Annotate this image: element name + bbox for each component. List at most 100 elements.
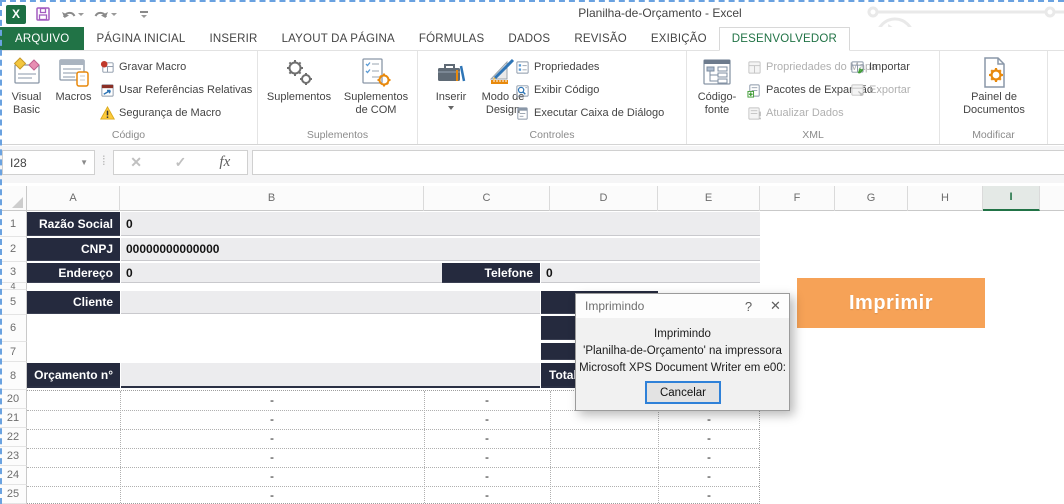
cell-cliente-input-band[interactable] (121, 291, 540, 314)
confirm-entry-icon[interactable]: ✓ (158, 154, 202, 171)
executar-caixa-icon (515, 106, 530, 121)
dialog-help-button[interactable]: ? (735, 299, 762, 314)
cell-dash-c21[interactable]: - (424, 410, 550, 429)
customize-qat-button[interactable] (140, 11, 148, 18)
name-box-dropdown-caret[interactable]: ▼ (74, 158, 94, 167)
cell-dash-b20[interactable]: - (120, 391, 424, 410)
cell-label-cnpj[interactable]: CNPJ (27, 238, 120, 261)
tab-dados[interactable]: DADOS (496, 27, 562, 50)
cell-label-telefone[interactable]: Telefone (442, 263, 540, 283)
imprimir-button[interactable]: Imprimir (797, 278, 985, 328)
row-header-4[interactable]: 4 (0, 283, 27, 290)
row-header-20[interactable]: 20 (0, 390, 27, 409)
executar-caixa-button[interactable]: Executar Caixa de Diálogo (515, 105, 664, 121)
seguranca-macro-button[interactable]: Segurança de Macro (100, 105, 221, 121)
row-header-25[interactable]: 25 (0, 485, 27, 504)
cell-dash-c20[interactable]: - (424, 391, 550, 410)
row-header-6[interactable]: 6 (0, 315, 27, 342)
cell-dash-b22[interactable]: - (120, 429, 424, 448)
cell-dash-e24[interactable]: - (658, 467, 760, 486)
tab-inserir[interactable]: INSERIR (198, 27, 270, 50)
propriedades-button[interactable]: Propriedades (515, 59, 599, 75)
inserir-button[interactable]: Inserir (430, 55, 472, 110)
dialog-close-icon[interactable]: ✕ (762, 298, 789, 314)
tab-arquivo[interactable]: ARQUIVO (0, 27, 84, 50)
cell-value-cnpj[interactable]: 00000000000000 (121, 238, 760, 261)
tab-exibicao[interactable]: EXIBIÇÃO (639, 27, 719, 50)
formula-bar-grip[interactable]: ⁞ (102, 153, 105, 168)
cell-dash-b21[interactable]: - (120, 410, 424, 429)
dialog-cancel-button[interactable]: Cancelar (645, 381, 721, 404)
column-header-e[interactable]: E (658, 186, 760, 211)
tab-desenvolvedor[interactable]: DESENVOLVEDOR (719, 27, 850, 51)
suplementos-com-button[interactable]: Suplementos de COM (338, 55, 414, 116)
row-header-5[interactable]: 5 (0, 290, 27, 315)
tab-pagina-inicial[interactable]: PÁGINA INICIAL (84, 27, 197, 50)
cell-value-endereco[interactable]: 0 (121, 263, 442, 283)
column-header-f[interactable]: F (760, 186, 835, 211)
cell-dash-c24[interactable]: - (424, 467, 550, 486)
cell-dash-e21[interactable]: - (658, 410, 760, 429)
painel-documentos-button[interactable]: Painel de Documentos (956, 55, 1032, 116)
row-header-24[interactable]: 24 (0, 466, 27, 485)
usar-referencias-button[interactable]: Usar Referências Relativas (100, 82, 252, 98)
column-header-g[interactable]: G (835, 186, 908, 211)
cell-dash-b24[interactable]: - (120, 467, 424, 486)
tab-revisao[interactable]: REVISÃO (562, 27, 639, 50)
visual-basic-button[interactable]: Visual Basic (4, 55, 49, 116)
gravar-macro-button[interactable]: Gravar Macro (100, 59, 186, 75)
cell-label-endereco[interactable]: Endereço (27, 263, 120, 283)
cell-dash-c23[interactable]: - (424, 448, 550, 467)
column-header-h[interactable]: H (908, 186, 983, 211)
insert-function-icon[interactable]: fx (203, 154, 247, 171)
row-header-2[interactable]: 2 (0, 237, 27, 262)
excel-app-icon[interactable]: X (6, 5, 26, 24)
redo-button[interactable] (93, 8, 117, 21)
column-header-b[interactable]: B (120, 186, 424, 211)
row-header-8[interactable]: 8 (0, 362, 27, 390)
formula-input[interactable] (252, 150, 1064, 175)
dialog-title-bar[interactable]: Imprimindo ? ✕ (576, 294, 789, 318)
cell-dash-e23[interactable]: - (658, 448, 760, 467)
group-label-xml[interactable]: XML (687, 129, 939, 141)
cell-label-cliente[interactable]: Cliente (27, 291, 120, 314)
exibir-codigo-button[interactable]: Exibir Código (515, 82, 599, 98)
tab-formulas[interactable]: FÓRMULAS (407, 27, 497, 50)
row-header-3[interactable]: 3 (0, 262, 27, 283)
cell-value-telefone[interactable]: 0 (541, 263, 760, 283)
select-all-corner[interactable] (0, 186, 27, 211)
undo-button[interactable] (60, 8, 84, 21)
column-header-c[interactable]: C (424, 186, 550, 211)
group-label-controles[interactable]: Controles (418, 129, 686, 141)
group-label-suplementos[interactable]: Suplementos (258, 129, 417, 141)
row-header-22[interactable]: 22 (0, 428, 27, 447)
group-label-modificar[interactable]: Modificar (940, 129, 1047, 141)
save-button[interactable] (35, 6, 51, 22)
row-header-7[interactable]: 7 (0, 342, 27, 362)
cell-dash-c22[interactable]: - (424, 429, 550, 448)
row-header-23[interactable]: 23 (0, 447, 27, 466)
cell-dash-b25[interactable]: - (120, 486, 424, 504)
cell-dash-e25[interactable]: - (658, 486, 760, 504)
column-header-a[interactable]: A (27, 186, 120, 211)
row-header-21[interactable]: 21 (0, 409, 27, 428)
group-label-codigo[interactable]: Código (0, 129, 257, 141)
name-box[interactable]: I28 ▼ (2, 150, 95, 175)
cell-label-razao-social[interactable]: Razão Social (27, 212, 120, 236)
macros-button[interactable]: Macros (51, 55, 96, 104)
cell-dash-e22[interactable]: - (658, 429, 760, 448)
column-header-i-selected[interactable]: I (983, 186, 1040, 211)
formula-bar-strip: I28 ▼ ⁞ ✕ ✓ fx (0, 146, 1064, 183)
cell-label-orcamento[interactable]: Orçamento n° (27, 363, 120, 388)
cell-value-razao-social[interactable]: 0 (121, 212, 760, 236)
column-header-d[interactable]: D (550, 186, 658, 211)
importar-button[interactable]: Importar (850, 59, 910, 75)
cell-orcamento-band[interactable] (121, 363, 540, 388)
tab-layout-da-pagina[interactable]: LAYOUT DA PÁGINA (270, 27, 407, 50)
suplementos-button[interactable]: Suplementos (262, 55, 336, 104)
cancel-entry-icon[interactable]: ✕ (114, 154, 158, 171)
cell-dash-b23[interactable]: - (120, 448, 424, 467)
codigo-fonte-button[interactable]: Código-fonte (692, 55, 742, 116)
cell-dash-c25[interactable]: - (424, 486, 550, 504)
row-header-1[interactable]: 1 (0, 211, 27, 237)
